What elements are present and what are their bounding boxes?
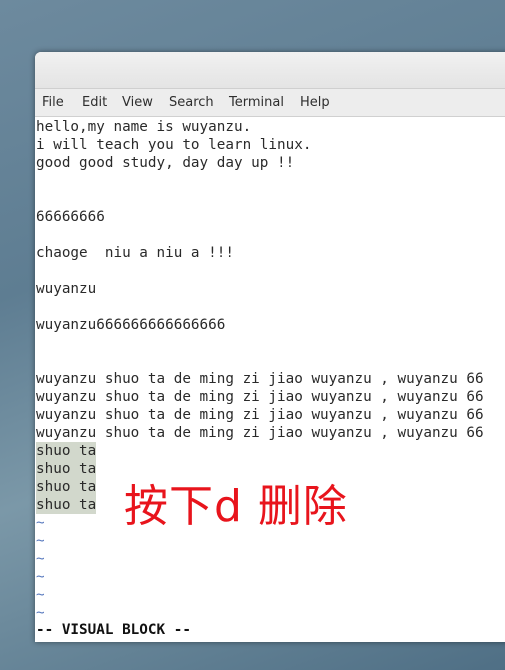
text-line: wuyanzu shuo ta de ming zi jiao wuyanzu … <box>36 371 484 387</box>
empty-line-marker: ~ <box>36 551 45 567</box>
empty-line-marker: ~ <box>36 569 45 585</box>
empty-line-marker: ~ <box>36 587 45 603</box>
text-line: wuyanzu shuo ta de ming zi jiao wuyanzu … <box>36 425 484 441</box>
menu-help[interactable]: Help <box>300 95 330 110</box>
terminal-content[interactable]: -- VISUAL BLOCK -- hello,my name is wuya… <box>35 117 505 642</box>
menu-view[interactable]: View <box>122 95 153 110</box>
empty-line-marker: ~ <box>36 515 45 531</box>
text-line: shuo ta <box>36 496 97 514</box>
text-line: shuo ta <box>36 460 97 478</box>
text-line: wuyanzu <box>36 281 97 297</box>
menu-terminal[interactable]: Terminal <box>229 95 284 110</box>
title-bar[interactable] <box>35 52 505 89</box>
empty-line-marker: ~ <box>36 605 45 621</box>
terminal-window: File Edit View Search Terminal Help -- V… <box>35 52 505 642</box>
annotation-text: 按下d 删除 <box>124 481 348 532</box>
text-line: shuo ta <box>36 478 97 496</box>
text-line: i will teach you to learn linux. <box>36 137 312 153</box>
menu-search[interactable]: Search <box>169 95 214 110</box>
menu-bar: File Edit View Search Terminal Help <box>35 89 505 117</box>
text-line: wuyanzu shuo ta de ming zi jiao wuyanzu … <box>36 389 484 405</box>
menu-edit[interactable]: Edit <box>82 95 107 110</box>
menu-file[interactable]: File <box>42 95 64 110</box>
text-line: wuyanzu666666666666666 <box>36 317 226 333</box>
text-line: wuyanzu shuo ta de ming zi jiao wuyanzu … <box>36 407 484 423</box>
text-line: chaoge niu a niu a !!! <box>36 245 234 261</box>
vim-status-line: -- VISUAL BLOCK -- <box>36 622 191 638</box>
text-line: 66666666 <box>36 209 105 225</box>
text-line: good good study, day day up !! <box>36 155 295 171</box>
text-line: shuo ta <box>36 442 97 460</box>
empty-line-marker: ~ <box>36 533 45 549</box>
text-line: hello,my name is wuyanzu. <box>36 119 252 135</box>
